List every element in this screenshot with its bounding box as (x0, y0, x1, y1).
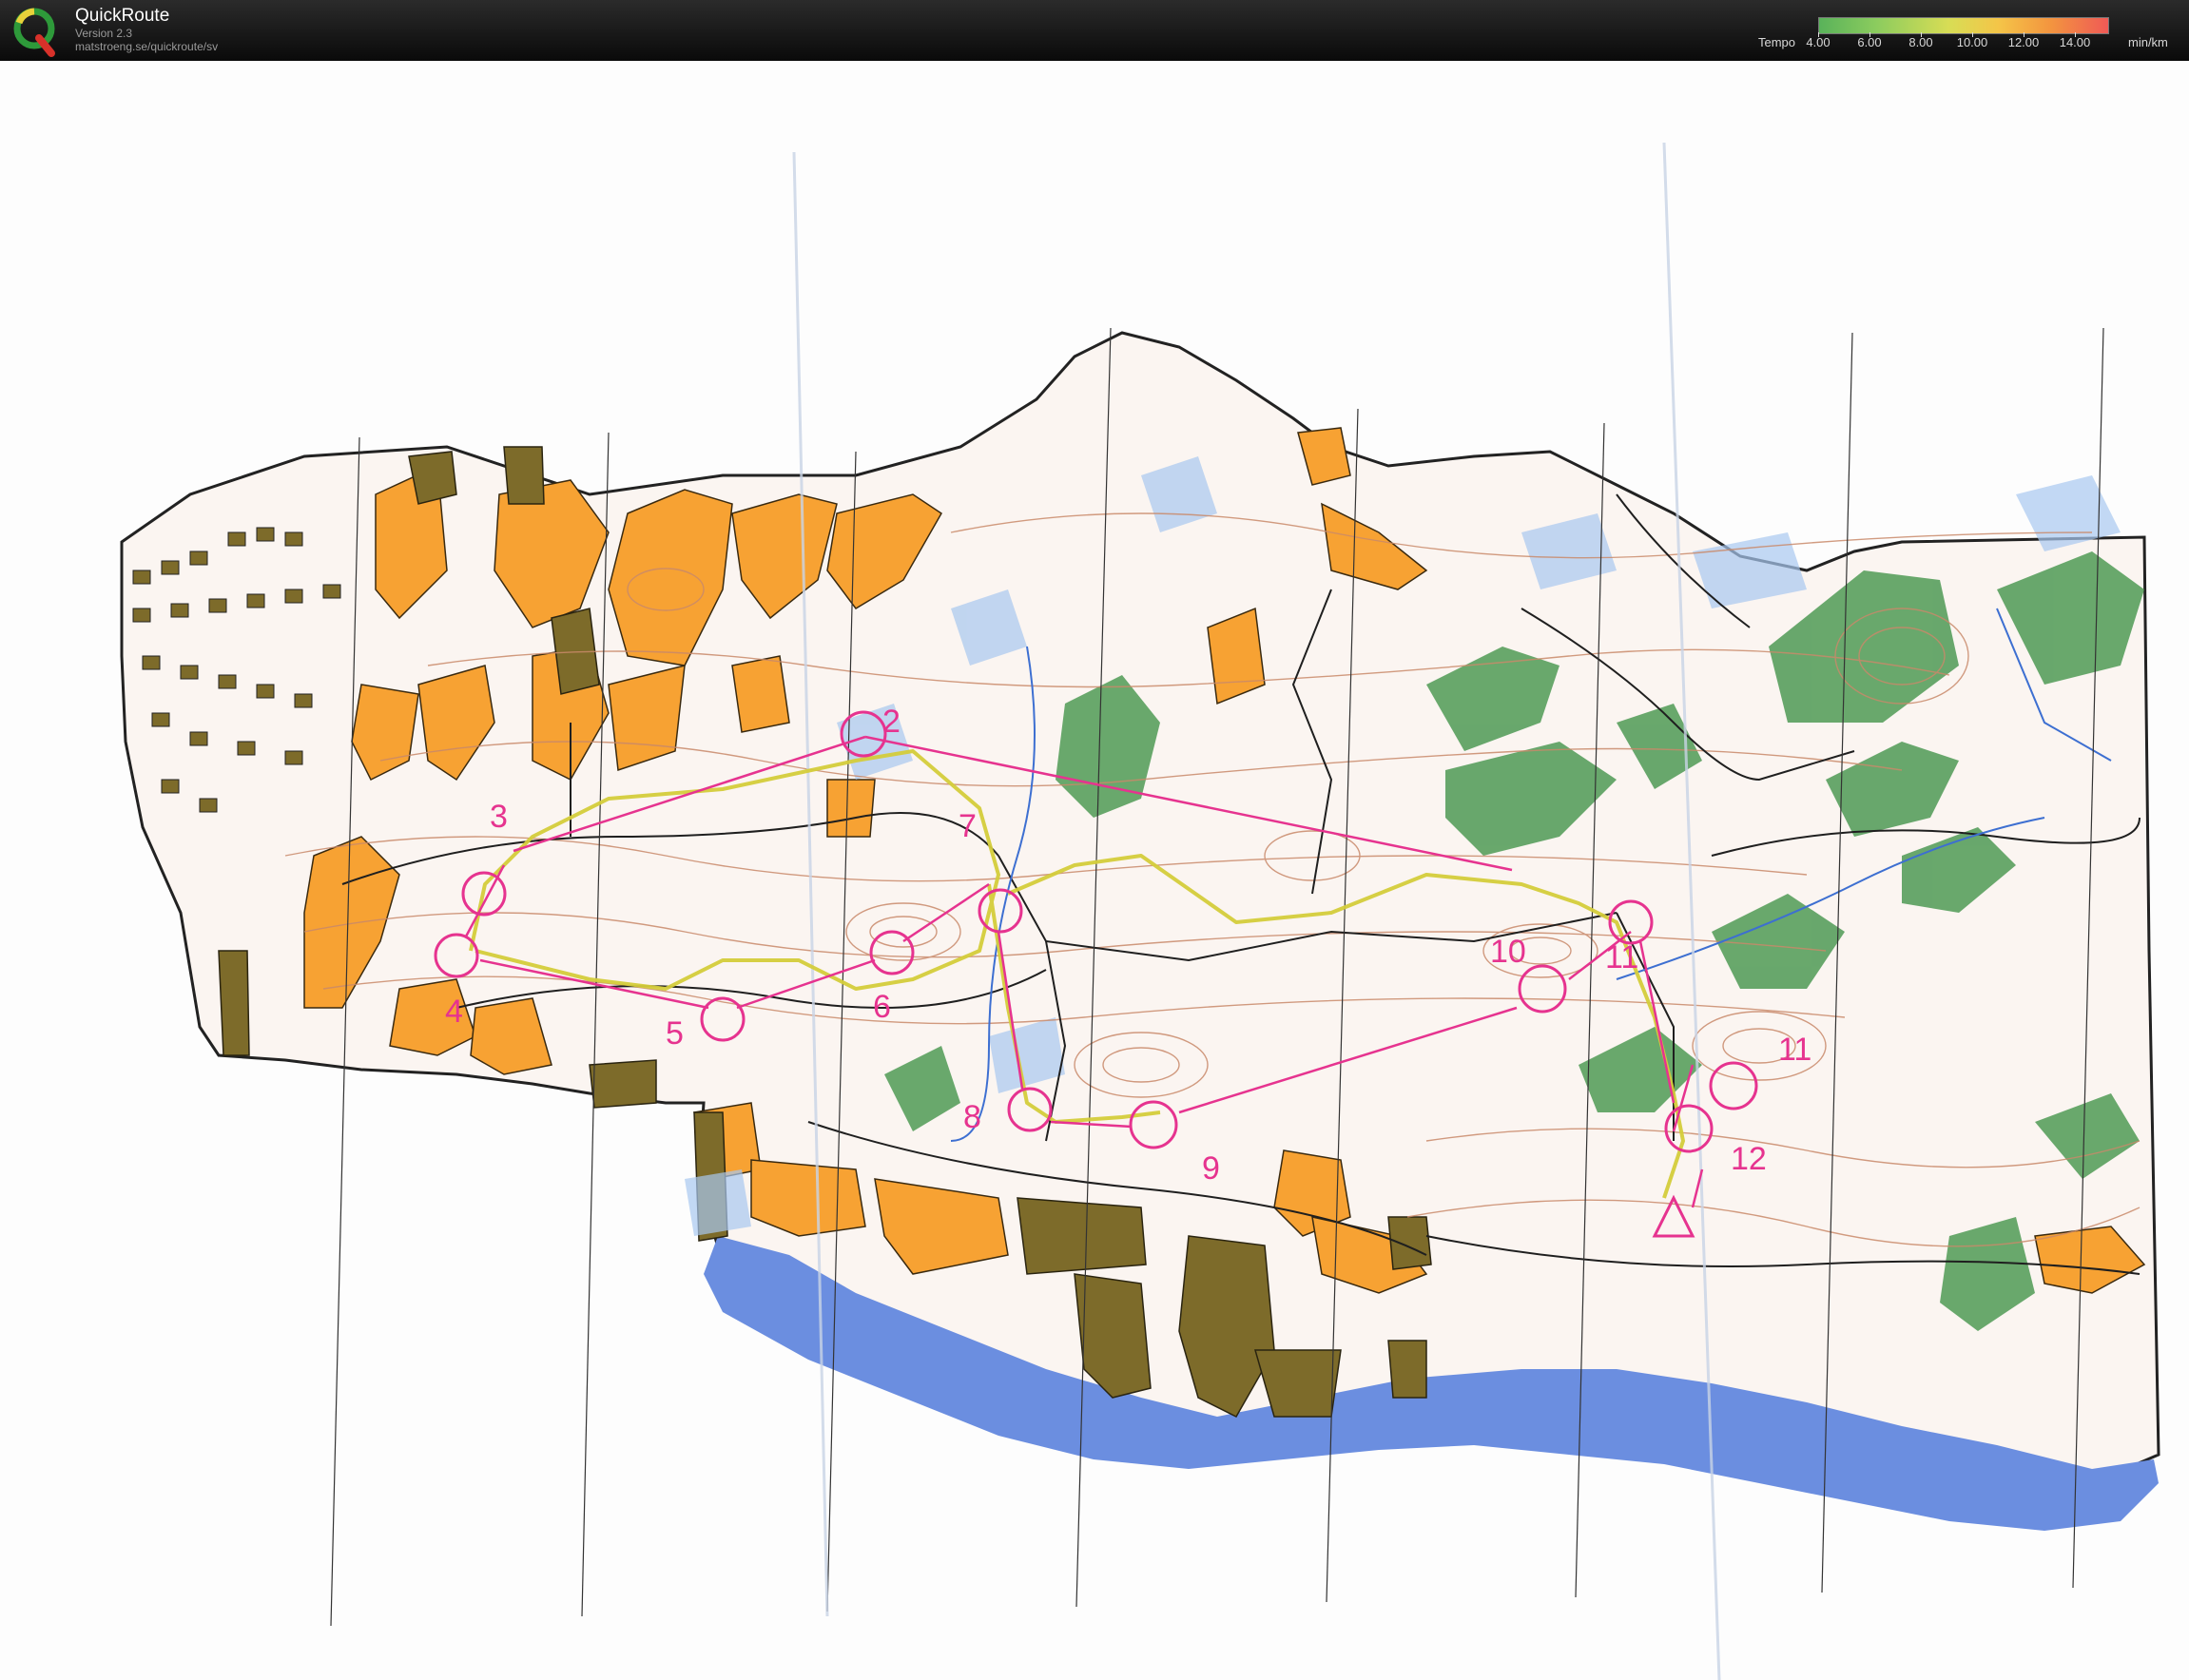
quickroute-logo-icon (13, 8, 55, 57)
control-number: 3 (490, 799, 508, 835)
legend-tick-label: 10.00 (1956, 35, 1988, 49)
app-url: matstroeng.se/quickroute/sv (75, 40, 219, 53)
pace-color-scale (1818, 17, 2109, 34)
app-version: Version 2.3 (75, 27, 133, 40)
top-bar: QuickRoute Version 2.3 matstroeng.se/qui… (0, 0, 2189, 61)
control-number: 6 (873, 989, 891, 1025)
legend-label: Tempo (1758, 35, 1796, 49)
control-number: 8 (963, 1099, 981, 1135)
control-number: 2 (882, 704, 901, 740)
control-number: 10 (1490, 934, 1526, 970)
control-number: 5 (666, 1015, 684, 1052)
legend-tick-label: 6.00 (1857, 35, 1882, 49)
legend-tick-label: 8.00 (1908, 35, 1933, 49)
control-number: 4 (445, 994, 463, 1030)
control-number: 11 (1605, 939, 1638, 975)
legend-tick-label: 4.00 (1806, 35, 1831, 49)
legend-tick-label: 14.00 (2059, 35, 2091, 49)
app-title: QuickRoute (75, 6, 170, 26)
map-canvas[interactable]: 2 3 4 5 6 7 8 9 10 11 11 12 (0, 61, 2189, 1680)
legend-tick-label: 12.00 (2007, 35, 2040, 49)
control-number: 12 (1731, 1141, 1767, 1177)
control-number: 9 (1202, 1150, 1220, 1187)
legend-unit: min/km (2128, 35, 2168, 49)
control-number: 11 (1778, 1032, 1811, 1068)
control-number: 7 (959, 808, 977, 844)
orienteering-map[interactable]: 2 3 4 5 6 7 8 9 10 11 11 12 (0, 61, 2189, 1680)
